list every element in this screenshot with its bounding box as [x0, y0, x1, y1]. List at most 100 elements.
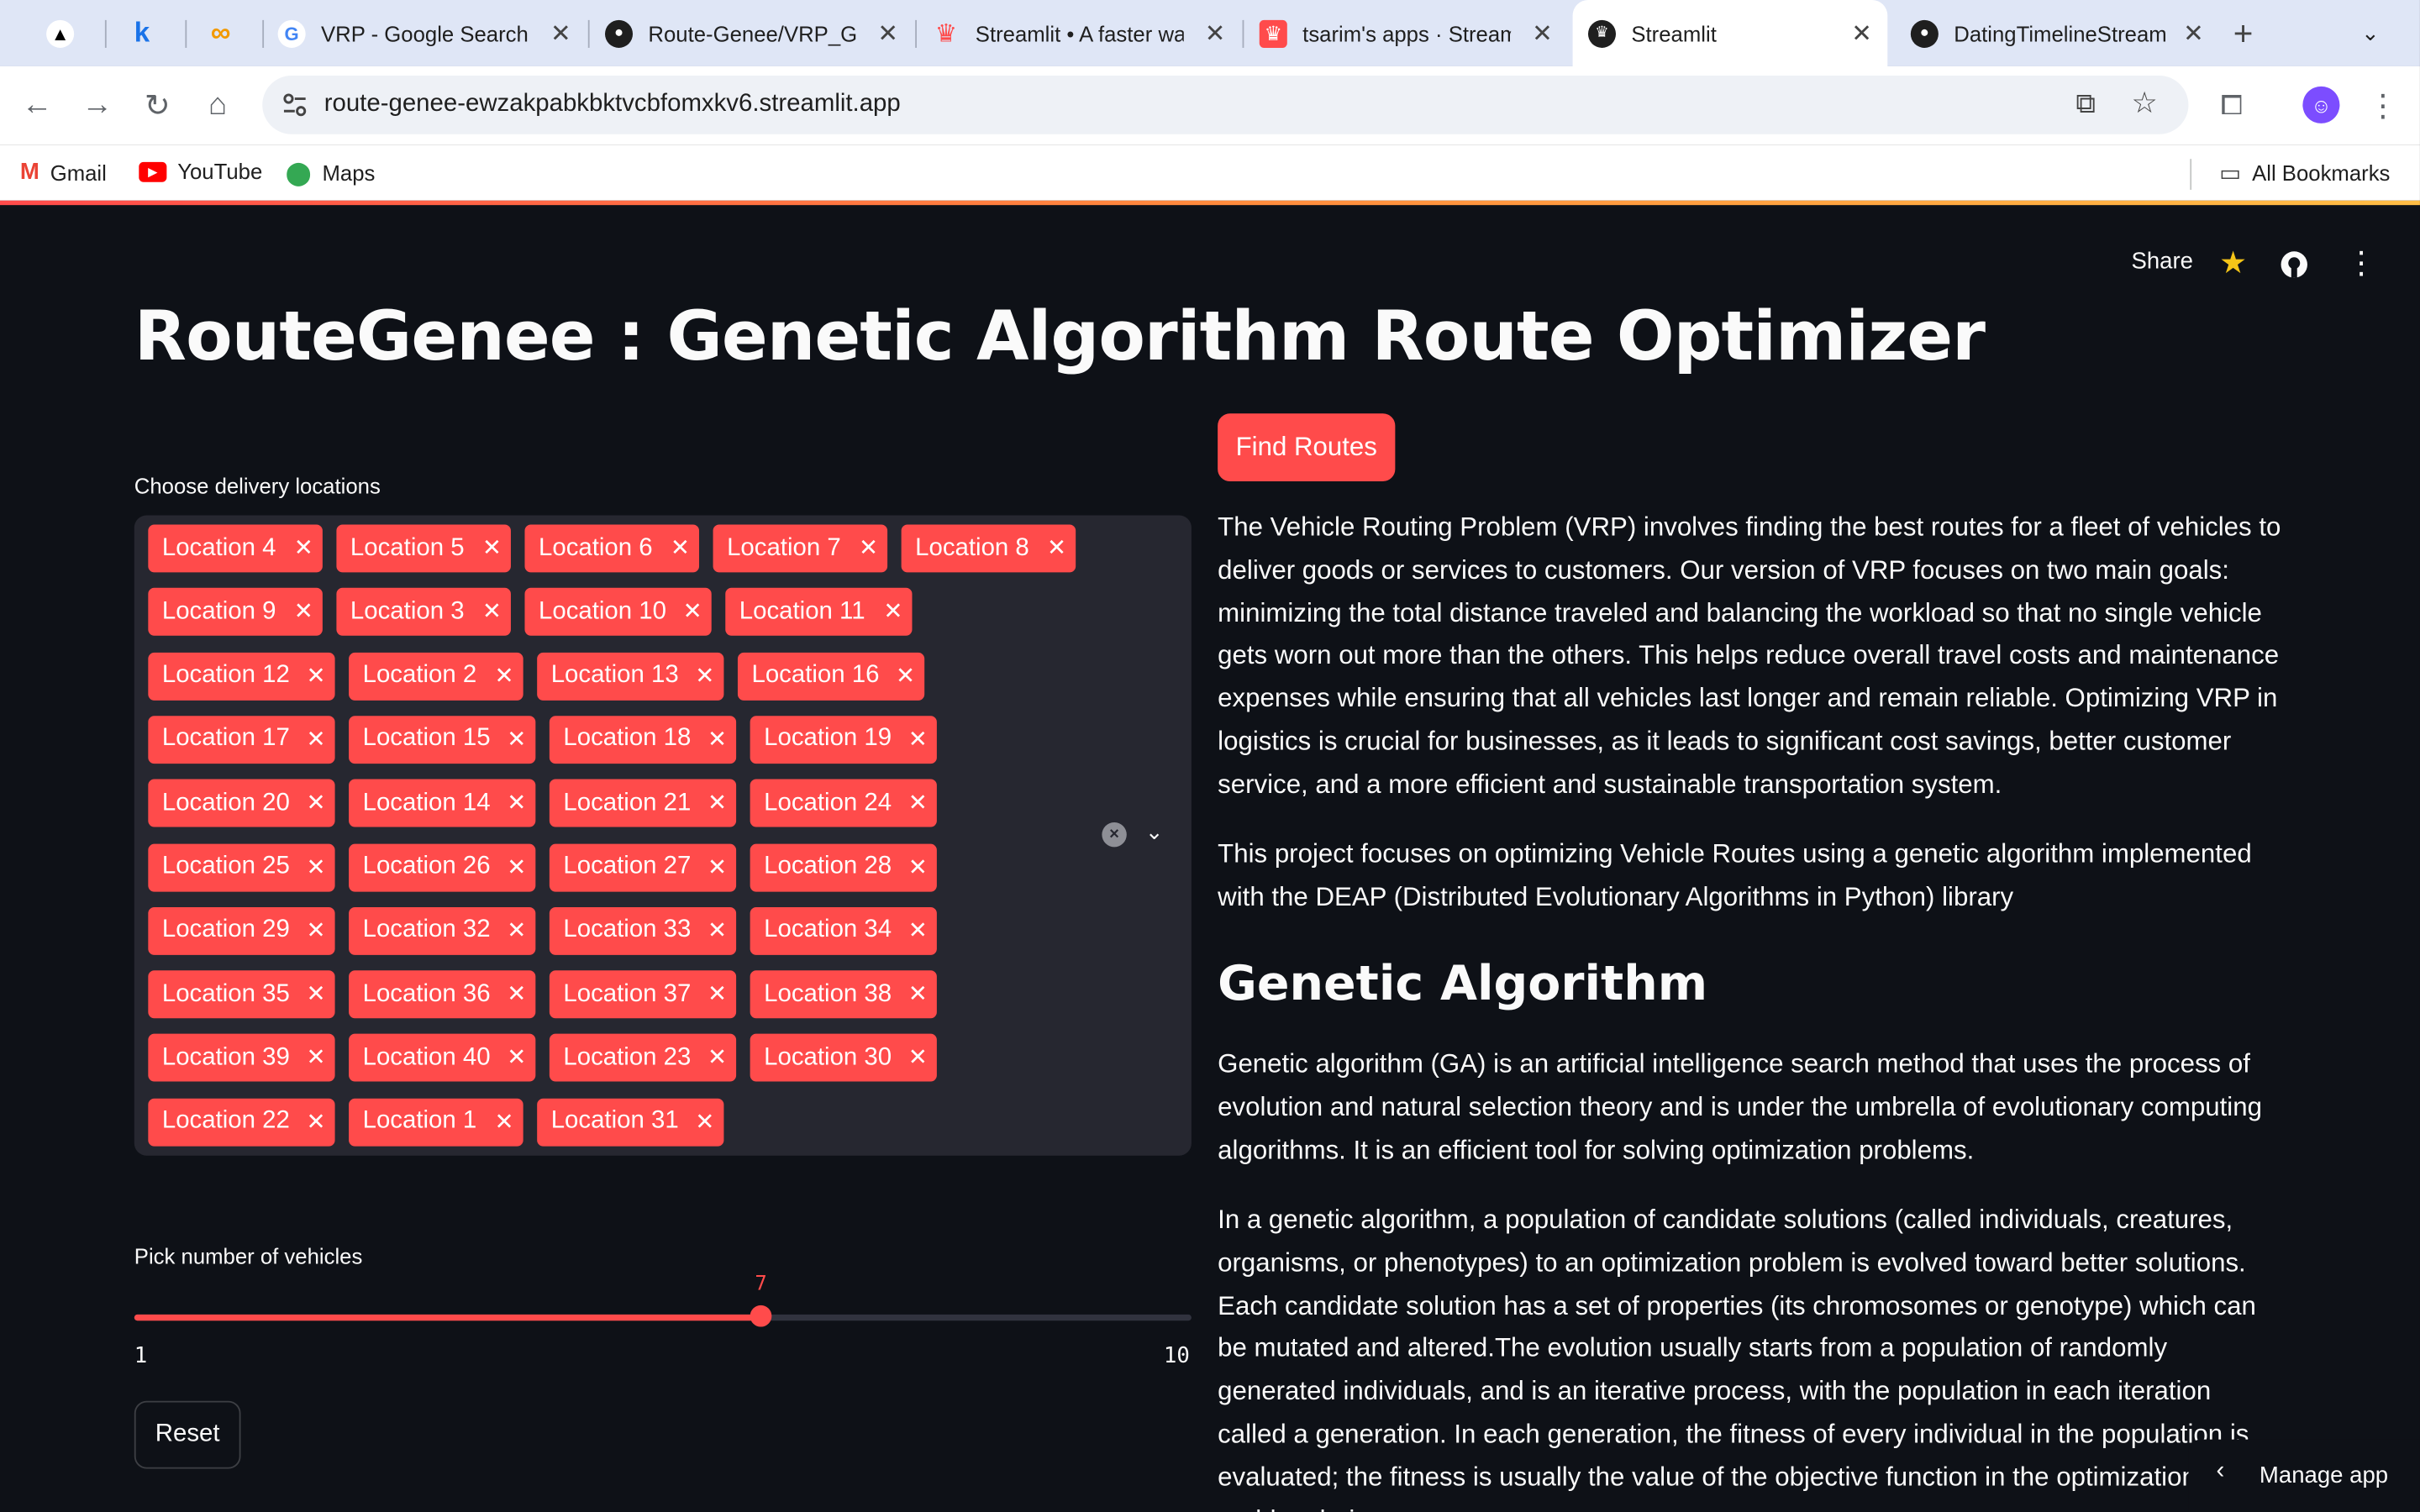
location-chip[interactable]: Location 12 ✕ [148, 652, 335, 701]
reload-icon[interactable]: ↻ [139, 87, 176, 123]
remove-chip-icon[interactable]: ✕ [306, 725, 325, 753]
browser-tab[interactable]: ♛ tsarim's apps · Streamlit ✕ [1259, 0, 1568, 66]
remove-chip-icon[interactable]: ✕ [708, 725, 727, 753]
remove-chip-icon[interactable]: ✕ [507, 979, 526, 1007]
slider-thumb[interactable] [750, 1305, 772, 1327]
location-chip[interactable]: Location 32 ✕ [349, 906, 536, 955]
location-chip[interactable]: Location 18 ✕ [549, 716, 737, 764]
location-chip[interactable]: Location 15 ✕ [349, 716, 536, 764]
tab-search-icon[interactable]: ⌄ [2361, 0, 2407, 66]
extensions-icon[interactable]: ⧠ [2213, 87, 2250, 123]
location-chip[interactable]: Location 8 ✕ [901, 524, 1076, 573]
browser-tab[interactable]: k [128, 0, 189, 66]
browser-tab[interactable]: ● DatingTimelineStream ✕ [1910, 0, 2219, 66]
remove-chip-icon[interactable]: ✕ [859, 533, 878, 561]
location-chip[interactable]: Location 24 ✕ [750, 779, 937, 827]
remove-chip-icon[interactable]: ✕ [908, 916, 928, 943]
install-app-icon[interactable]: ⧉ [2075, 88, 2096, 121]
browser-tab-active[interactable]: ♛ Streamlit ✕ [1572, 0, 1888, 66]
location-chip[interactable]: Location 28 ✕ [750, 843, 937, 891]
location-chip[interactable]: Location 30 ✕ [750, 1034, 937, 1083]
location-chip[interactable]: Location 29 ✕ [148, 906, 335, 955]
remove-chip-icon[interactable]: ✕ [708, 1043, 727, 1071]
location-chip[interactable]: Location 37 ✕ [549, 970, 737, 1019]
address-bar[interactable]: route-genee-ewzakpabkbktvcbfomxkv6.strea… [262, 75, 2189, 134]
location-chip[interactable]: Location 1 ✕ [349, 1098, 523, 1147]
location-chip[interactable]: Location 36 ✕ [349, 970, 536, 1019]
remove-chip-icon[interactable]: ✕ [306, 1107, 325, 1135]
location-chip[interactable]: Location 5 ✕ [336, 524, 511, 573]
remove-chip-icon[interactable]: ✕ [306, 916, 325, 943]
remove-chip-icon[interactable]: ✕ [908, 853, 928, 880]
location-chip[interactable]: Location 23 ✕ [549, 1034, 737, 1083]
location-chip[interactable]: Location 25 ✕ [148, 843, 335, 891]
location-chip[interactable]: Location 40 ✕ [349, 1034, 536, 1083]
star-icon[interactable]: ★ [2219, 244, 2247, 282]
remove-chip-icon[interactable]: ✕ [1047, 533, 1066, 561]
all-bookmarks[interactable]: ▭ All Bookmarks [2219, 159, 2390, 186]
location-chip[interactable]: Location 6 ✕ [524, 524, 700, 573]
bookmark-star-icon[interactable]: ☆ [2131, 87, 2157, 122]
manage-app-button[interactable]: ‹ Manage app [2188, 1439, 2420, 1512]
main-menu-icon[interactable]: ⋮ [2346, 244, 2377, 282]
clear-all-icon[interactable]: × [1102, 822, 1127, 848]
remove-chip-icon[interactable]: ✕ [708, 916, 727, 943]
location-chip[interactable]: Location 27 ✕ [549, 843, 737, 891]
remove-chip-icon[interactable]: ✕ [507, 1043, 526, 1071]
remove-chip-icon[interactable]: ✕ [671, 533, 690, 561]
close-tab-icon[interactable]: ✕ [1532, 18, 1553, 49]
location-chip[interactable]: Location 38 ✕ [750, 970, 937, 1019]
close-tab-icon[interactable]: ✕ [550, 18, 571, 49]
browser-tab[interactable]: ● Route-Genee/VRP_GA ✕ [604, 0, 913, 66]
remove-chip-icon[interactable]: ✕ [294, 533, 313, 561]
remove-chip-icon[interactable]: ✕ [683, 597, 702, 625]
remove-chip-icon[interactable]: ✕ [482, 533, 502, 561]
remove-chip-icon[interactable]: ✕ [908, 789, 928, 816]
location-chip[interactable]: Location 21 ✕ [549, 779, 737, 827]
back-icon[interactable]: ← [18, 87, 55, 123]
location-chip[interactable]: Location 2 ✕ [349, 652, 523, 701]
location-chip[interactable]: Location 34 ✕ [750, 906, 937, 955]
location-chip[interactable]: Location 22 ✕ [148, 1098, 335, 1147]
remove-chip-icon[interactable]: ✕ [507, 725, 526, 753]
bookmark-youtube[interactable]: ▶ YouTube [139, 159, 262, 184]
remove-chip-icon[interactable]: ✕ [482, 597, 502, 625]
browser-tab[interactable]: G VRP - Google Search ✕ [277, 0, 587, 66]
remove-chip-icon[interactable]: ✕ [507, 853, 526, 880]
location-chip[interactable]: Location 3 ✕ [336, 588, 511, 637]
close-tab-icon[interactable]: ✕ [1851, 18, 1872, 49]
location-chip[interactable]: Location 26 ✕ [349, 843, 536, 891]
location-chip[interactable]: Location 4 ✕ [148, 524, 323, 573]
remove-chip-icon[interactable]: ✕ [306, 1043, 325, 1071]
location-chip[interactable]: Location 16 ✕ [737, 652, 925, 701]
remove-chip-icon[interactable]: ✕ [708, 979, 727, 1007]
forward-icon[interactable]: → [79, 87, 116, 123]
home-icon[interactable]: ⌂ [199, 87, 236, 123]
remove-chip-icon[interactable]: ✕ [306, 661, 325, 689]
github-icon[interactable] [2280, 250, 2309, 280]
remove-chip-icon[interactable]: ✕ [495, 1107, 514, 1135]
find-routes-button[interactable]: Find Routes [1218, 413, 1396, 482]
location-chip[interactable]: Location 19 ✕ [750, 716, 937, 764]
profile-avatar[interactable]: ☺ [2302, 86, 2340, 123]
location-chip[interactable]: Location 31 ✕ [537, 1098, 724, 1147]
location-chip[interactable]: Location 7 ✕ [713, 524, 888, 573]
location-chip[interactable]: Location 20 ✕ [148, 779, 335, 827]
remove-chip-icon[interactable]: ✕ [507, 789, 526, 816]
remove-chip-icon[interactable]: ✕ [695, 1107, 714, 1135]
bookmark-gmail[interactable]: M Gmail [20, 159, 107, 185]
site-info-icon[interactable] [281, 91, 308, 118]
remove-chip-icon[interactable]: ✕ [495, 661, 514, 689]
remove-chip-icon[interactable]: ✕ [708, 789, 727, 816]
location-chip[interactable]: Location 14 ✕ [349, 779, 536, 827]
remove-chip-icon[interactable]: ✕ [883, 597, 902, 625]
remove-chip-icon[interactable]: ✕ [908, 725, 928, 753]
location-chip[interactable]: Location 13 ✕ [537, 652, 724, 701]
location-chip[interactable]: Location 35 ✕ [148, 970, 335, 1019]
share-button[interactable]: Share [2131, 249, 2193, 275]
close-tab-icon[interactable]: ✕ [877, 18, 898, 49]
chevron-down-icon[interactable]: ⌄ [1145, 819, 1164, 845]
browser-menu-icon[interactable]: ⋮ [2365, 87, 2402, 123]
location-chip[interactable]: Location 11 ✕ [725, 588, 913, 637]
location-chip[interactable]: Location 17 ✕ [148, 716, 335, 764]
